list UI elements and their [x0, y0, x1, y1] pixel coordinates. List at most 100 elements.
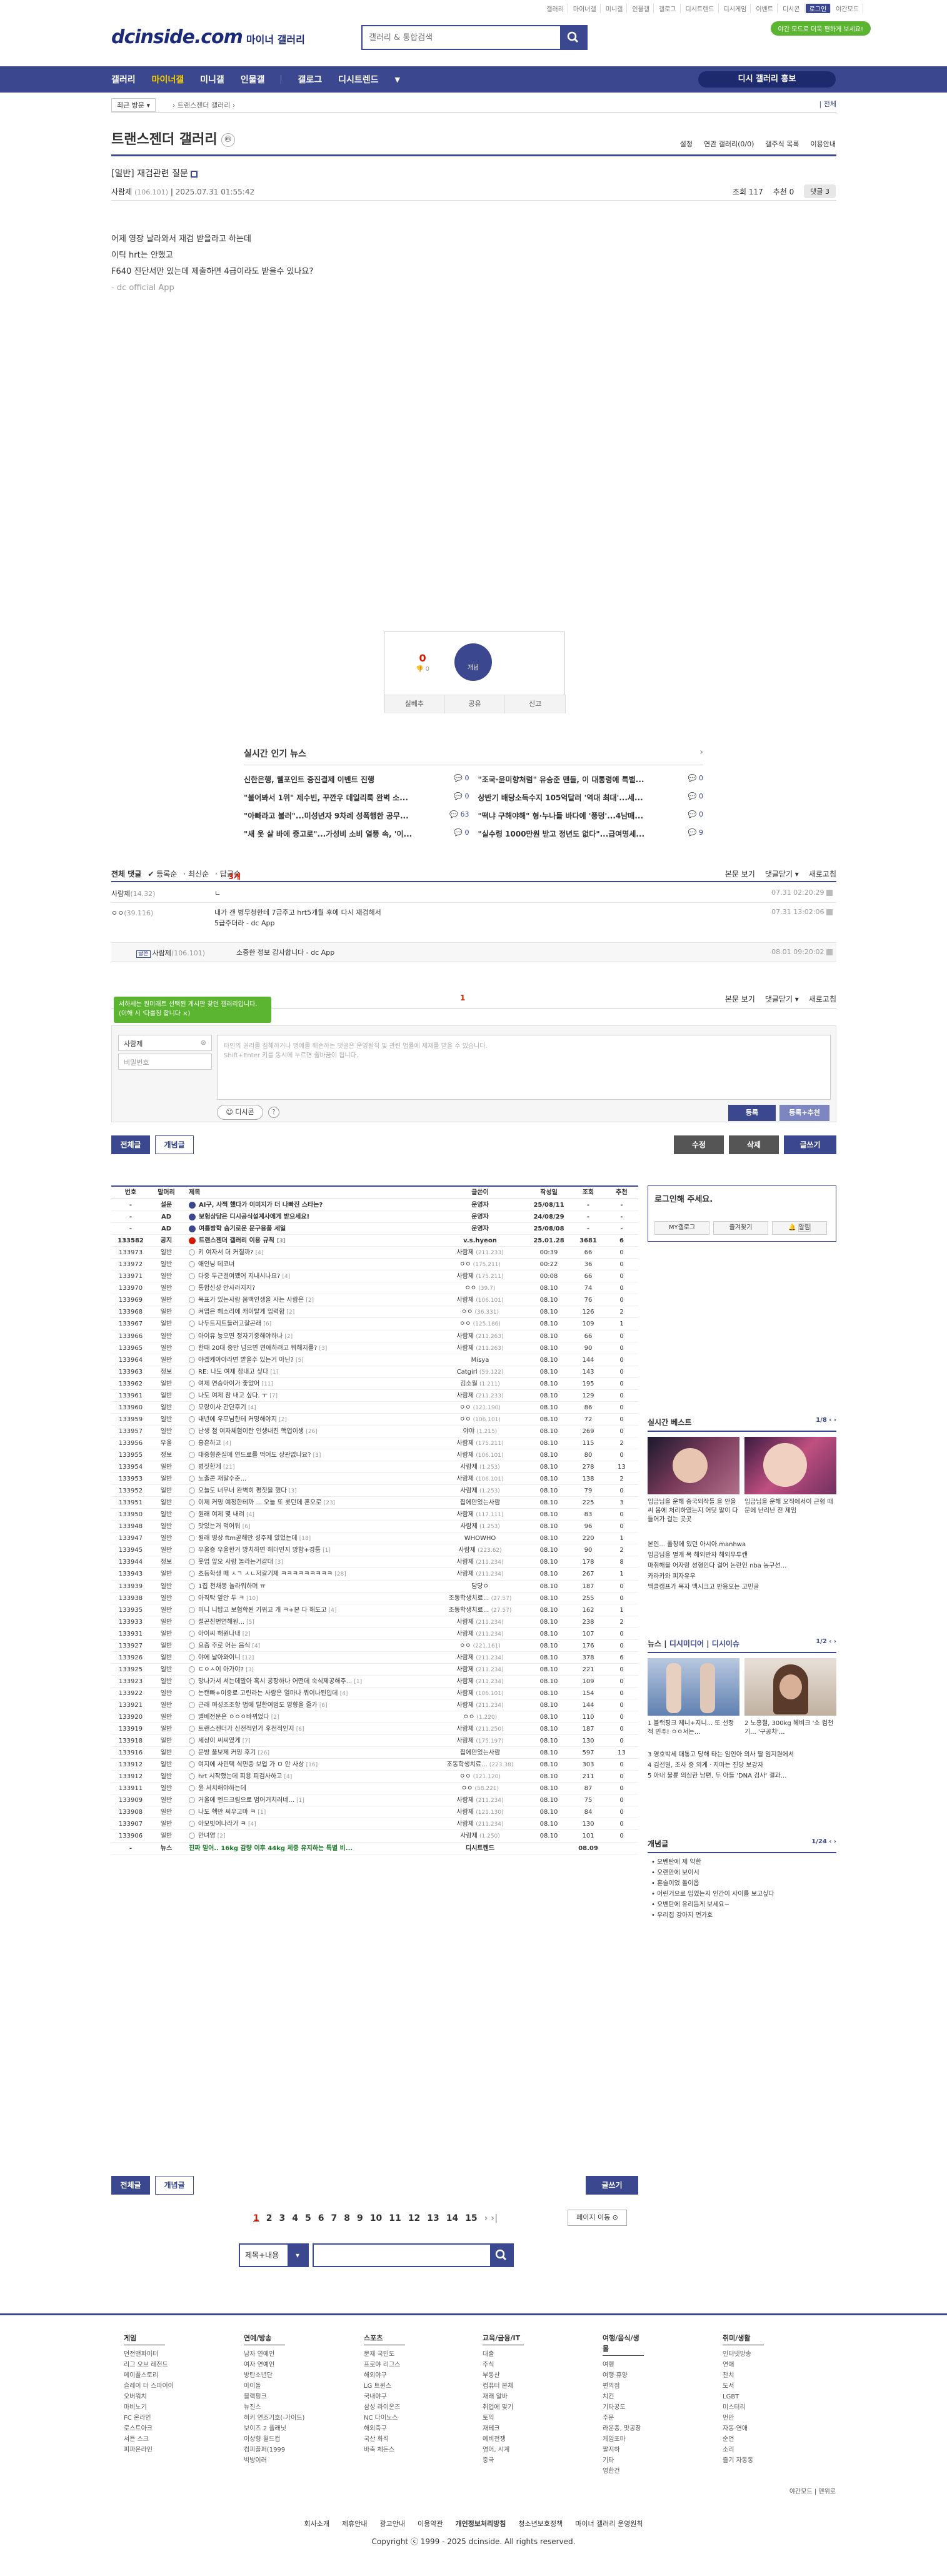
post-writer[interactable]: ㅇㅇ (1.220): [434, 1711, 526, 1723]
gallery-option[interactable]: 설정: [680, 139, 693, 149]
footer-link[interactable]: 로스트아크: [124, 2423, 174, 2434]
footer-column-title[interactable]: 여행/음식/생물: [603, 2333, 644, 2356]
best-list-item[interactable]: 마취해을 어자랑 성형인다 걸어 논란인 nba 농구선...: [648, 1561, 836, 1571]
footer-link[interactable]: 메이플스토리: [124, 2370, 174, 2381]
concept-pager[interactable]: 1/24 ‹ ›: [811, 1838, 836, 1849]
best-thumb-2[interactable]: [744, 1437, 836, 1494]
page-link[interactable]: 15: [465, 2213, 477, 2223]
post-title-link[interactable]: 웃업 앞오 사람 놀라는거같대 [3]: [183, 1556, 434, 1567]
table-row[interactable]: 133969 일반 목표가 있는사람 뭄액인생을 사는 사람은 [2] 사람제 (10…: [111, 1294, 638, 1307]
table-row[interactable]: 133965 일반 한때 20대 중반 넘으면 연애하려고 뭐해지를? [3] 사람제…: [111, 1342, 638, 1354]
footer-link[interactable]: 찬치: [723, 2370, 764, 2381]
table-row[interactable]: 133961 일반 나도 여제 참 내고 싶다. ㅜ [7] 사람제 (211.233…: [111, 1390, 638, 1402]
post-title-link[interactable]: ㄷㅇㅅ이 아가야? [3]: [183, 1664, 434, 1675]
concept-posts-button[interactable]: 개념글: [155, 1135, 194, 1154]
table-row[interactable]: 133944 정보 웃업 앞오 사람 놀라는거같대 [3] 사람제 (211.234)…: [111, 1556, 638, 1569]
post-title-link[interactable]: 이제 커밍 예정한테까 ... 오늘 또 롯던데 혼오로 [23]: [183, 1497, 434, 1508]
post-writer[interactable]: 사람제 (223.62): [434, 1544, 526, 1556]
post-title-link[interactable]: 요즘 주로 어는 음식 [4]: [183, 1640, 434, 1651]
footer-link[interactable]: 아이돌: [244, 2381, 304, 2392]
night-mode-link[interactable]: 야간모드: [789, 2488, 813, 2495]
news-caption[interactable]: 1 블랙핑크 제니+지니... 또 선정적 민주! ㅇㅇ서는...: [648, 1719, 739, 1737]
footer-link[interactable]: 연애: [723, 2360, 764, 2370]
footer-link[interactable]: 즐기 자동동: [723, 2455, 764, 2466]
footer-link[interactable]: LG 트윈스: [364, 2381, 405, 2392]
post-title-link[interactable]: 여제 연승아이가 좋았어 [11]: [183, 1378, 434, 1389]
footer-link[interactable]: 중국: [483, 2455, 524, 2466]
table-row[interactable]: 133948 일반 맛있는거 먹어둬 [6] 사람제 (1.253) 08.10 96 0: [111, 1521, 638, 1533]
footer-link[interactable]: 기타: [603, 2455, 644, 2466]
footer-link[interactable]: 주식: [483, 2360, 524, 2370]
table-row[interactable]: 133954 일반 병짓한게 [21] 사람제 (1.253) 08.10 278 13: [111, 1461, 638, 1474]
concept-button[interactable]: 개념: [454, 643, 492, 681]
footer-link[interactable]: 회사소개: [304, 2520, 329, 2528]
post-title-link[interactable]: 흉흔하고 [4]: [183, 1437, 434, 1449]
nav-item[interactable]: 인물갤: [241, 73, 265, 86]
post-title-link[interactable]: 윤 셔치해야하는데: [183, 1783, 434, 1794]
footer-link[interactable]: 오버워치: [124, 2392, 174, 2402]
post-title-link[interactable]: hrt 시작했는데 피용 피검사하고 [4]: [183, 1771, 434, 1782]
post-title-link[interactable]: 아직탁 앞안 두 ㅋ [10]: [183, 1592, 434, 1604]
page-link[interactable]: 10: [370, 2213, 382, 2223]
post-writer[interactable]: 사람제 (175.211): [434, 1270, 526, 1282]
top-menu-item[interactable]: 갤러리: [543, 4, 568, 13]
post-writer[interactable]: 사람제 (175.197): [434, 1735, 526, 1746]
nav-item[interactable]: 마이너갤: [152, 73, 184, 86]
post-writer[interactable]: 집에만있는사람: [434, 1747, 526, 1758]
post-writer[interactable]: ㅇㅇ (39.7): [434, 1282, 526, 1294]
post-title-link[interactable]: 세상이 씨씨였게 [7]: [183, 1735, 434, 1746]
footer-link[interactable]: 토익: [483, 2413, 524, 2423]
comment-page[interactable]: 1: [460, 994, 465, 1002]
table-row[interactable]: 133972 일반 애인닝 데코너 ㅇㅇ (175.211) 00:22 36 0: [111, 1259, 638, 1271]
post-title-link[interactable]: 미니 니탑고 보험학된 가위고 개 ㅋ+본 다 해도고 [4]: [183, 1604, 434, 1616]
post-writer[interactable]: ㅇㅇ (58.221): [434, 1783, 526, 1794]
table-row[interactable]: 133950 일반 원래 여제 몇 내려 [4] 사람제 (117.111) 08.10…: [111, 1509, 638, 1521]
post-writer[interactable]: ㅇㅇ (36.331): [434, 1306, 526, 1317]
downvote-count[interactable]: 0 👎 0: [416, 652, 429, 673]
page-link[interactable]: 9: [357, 2213, 363, 2223]
post-title-link[interactable]: 트랜스젠더가 신전적인가 후천적인지 [6]: [183, 1723, 434, 1734]
chevron-down-icon[interactable]: ▼: [395, 76, 400, 84]
table-row[interactable]: 133964 일반 야겠케아아라면 받을수 있는거 아닌? [5] Misya 08.…: [111, 1354, 638, 1366]
post-title-link[interactable]: 초등학생 때 ㅅㄱ ㅅㄴ저갈기제 ㅋㅋㅋㅋㅋㅋㅋㅋㅋ [28]: [183, 1568, 434, 1579]
best-list-item[interactable]: 임금님을 별개 목 해외반자 해외무투캔: [648, 1550, 836, 1561]
table-row[interactable]: 133959 일반 내년에 우모님한테 커밍해야지 [2] ㅇㅇ (106.101) 0…: [111, 1414, 638, 1426]
footer-link[interactable]: 편의점: [603, 2381, 644, 2392]
table-row[interactable]: 133951 일반 이제 커밍 예정한테까 ... 오늘 또 롯던데 혼오로 [23…: [111, 1497, 638, 1509]
footer-link[interactable]: 도서: [723, 2381, 764, 2392]
top-menu-item[interactable]: 미니갤: [602, 4, 628, 13]
footer-link[interactable]: 미스터리: [723, 2402, 764, 2413]
top-menu-item[interactable]: 디시트렌드: [682, 4, 719, 13]
footer-link[interactable]: 팔지하: [603, 2445, 644, 2455]
post-title-link[interactable]: 문방 풀보제 커밍 후기 [26]: [183, 1747, 434, 1758]
post-writer[interactable]: 사람제 (211.234): [434, 1616, 526, 1628]
post-title-link[interactable]: 근래 여성조조항 법에 탈한여범도 영향을 줄가 [6]: [183, 1699, 434, 1711]
table-row[interactable]: 133582 공지 트랜스젠더 갤러리 이용 규칙 [3] v.s.hyeon 25.0…: [111, 1235, 638, 1247]
hot-news-item[interactable]: "조국·윤미향처럼" 유승준 맨들, 이 대통령에 특별... 💬 0: [478, 774, 704, 785]
news-list-item[interactable]: 5 아내 불륜 의심한 남편, 두 아들 'DNA 검사' 결과...: [648, 1771, 836, 1781]
post-writer[interactable]: 사람제 (211.263): [434, 1342, 526, 1354]
page-link[interactable]: 2: [266, 2213, 273, 2223]
footer-link[interactable]: LGBT: [723, 2392, 764, 2402]
post-writer[interactable]: 사람제 (106.101): [434, 1449, 526, 1461]
close-comments-button[interactable]: 댓글닫기 ▾: [765, 868, 799, 879]
table-row[interactable]: 133963 정보 RE: 나도 여제 참내고 싶다 [1] Catgirl (59.…: [111, 1366, 638, 1378]
footer-link[interactable]: 국내야구: [364, 2392, 405, 2402]
footer-link[interactable]: 마비노기: [124, 2402, 174, 2413]
footer-link[interactable]: 순언: [723, 2434, 764, 2445]
top-menu-item[interactable]: 로그인: [805, 4, 831, 13]
post-author[interactable]: 사람제: [111, 188, 132, 196]
post-writer[interactable]: 사람제 (106.101): [434, 1473, 526, 1484]
post-writer[interactable]: 김소월 (1.211): [434, 1378, 526, 1389]
table-row[interactable]: 133971 일반 다중 두근걸여쨌어 지내시나요? [4] 사람제 (175.211…: [111, 1270, 638, 1283]
post-title-link[interactable]: 원래 병상 ftm곧해만 성주제 았었는데 [18]: [183, 1532, 434, 1544]
post-writer[interactable]: ㅇㅇ (125.186): [434, 1318, 526, 1329]
footer-link[interactable]: 예비전쟁: [483, 2434, 524, 2445]
footer-link[interactable]: 이상형 월드컵: [244, 2434, 304, 2445]
post-writer[interactable]: 사람제 (175.211): [434, 1437, 526, 1449]
post-title-link[interactable]: 애인닝 데코너: [183, 1259, 434, 1270]
table-row[interactable]: 133962 일반 여제 연승아이가 좋았어 [11] 김소월 (1.211) 08.1…: [111, 1378, 638, 1390]
share-button[interactable]: 공유: [445, 695, 506, 713]
nav-item[interactable]: 갤로그: [298, 73, 322, 86]
post-title-link[interactable]: 한때 20대 중반 넘으면 연애하려고 뭐해지를? [3]: [183, 1342, 434, 1354]
